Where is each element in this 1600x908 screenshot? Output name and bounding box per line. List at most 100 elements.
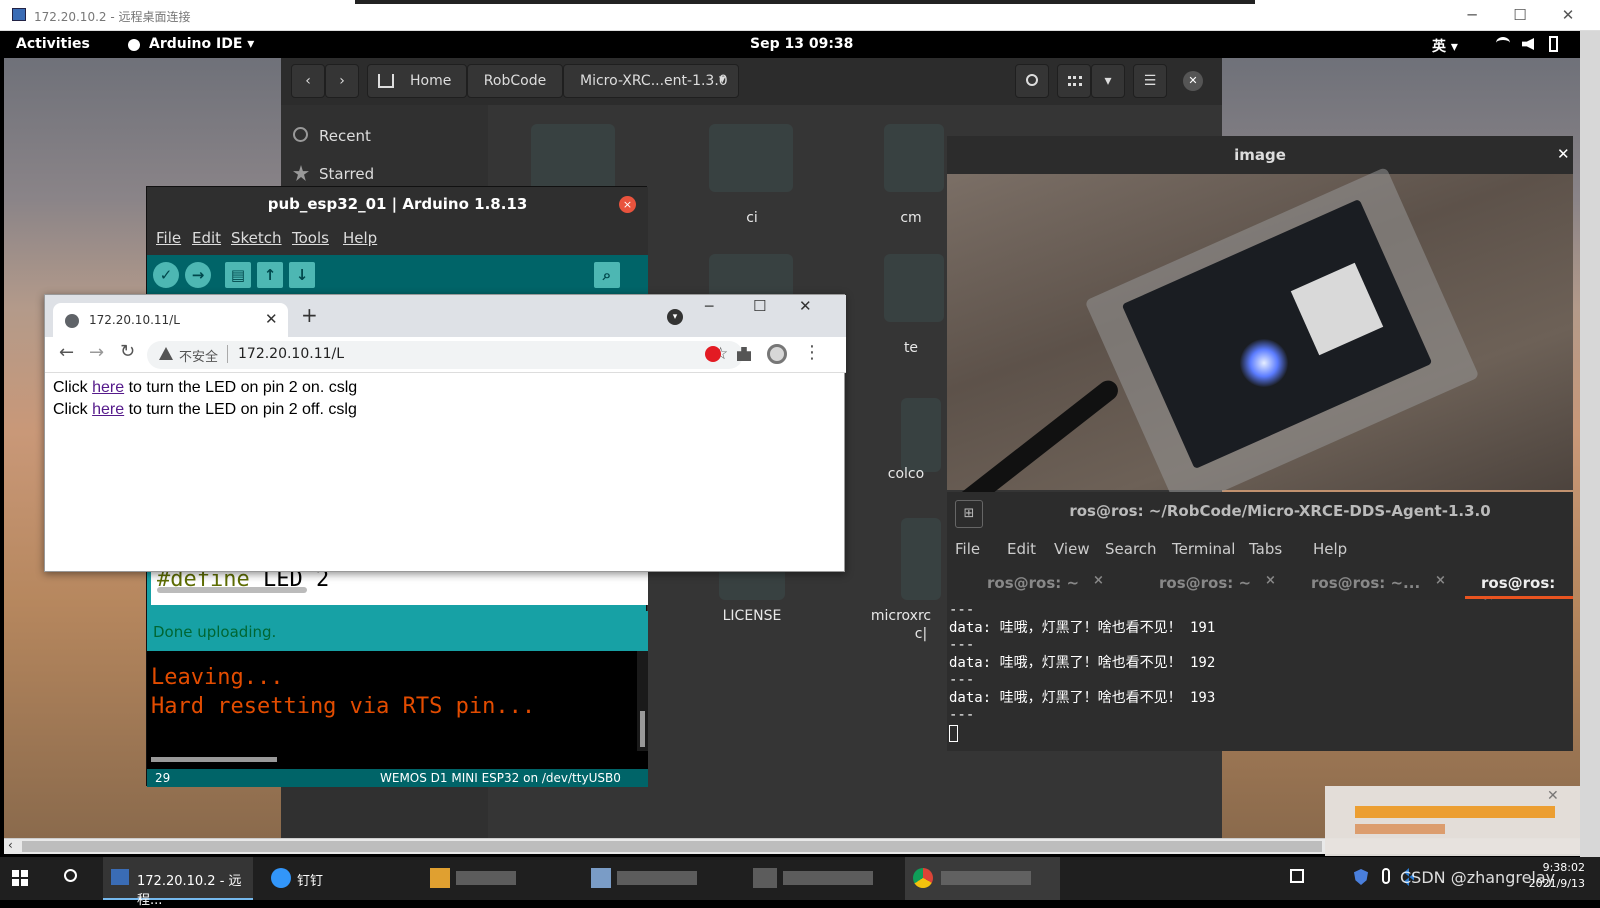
menu-file[interactable]: File — [156, 229, 181, 247]
files-view-dropdown[interactable]: ▾ — [1091, 64, 1125, 98]
console-h-thumb[interactable] — [151, 757, 277, 762]
profile-avatar[interactable] — [767, 344, 787, 364]
files-back-button[interactable]: ‹ — [291, 64, 325, 98]
new-tab-button[interactable]: + — [301, 303, 318, 327]
new-terminal-tab-button[interactable]: ⊞ — [955, 500, 983, 528]
menu-sketch[interactable]: Sketch — [231, 229, 282, 247]
taskbar-dingtalk[interactable]: 钉钉 — [263, 857, 403, 900]
taskbar-app-blurred[interactable] — [745, 857, 895, 900]
tab-search-icon[interactable]: ▾ — [667, 309, 683, 325]
led-off-link[interactable]: here — [92, 401, 124, 418]
rdp-vertical-scrollbar[interactable] — [1580, 31, 1600, 857]
verify-button[interactable]: ✓ — [153, 262, 179, 288]
folder-icon[interactable] — [709, 124, 793, 192]
open-sketch-button[interactable]: ↑ — [257, 262, 283, 288]
terminal-tab-close[interactable]: × — [1265, 573, 1276, 588]
rdp-scroll-thumb[interactable] — [22, 841, 1322, 852]
url-text[interactable]: 172.20.10.11/L — [238, 346, 344, 362]
terminal-tab[interactable]: ros@ros: ~ — [1159, 574, 1251, 592]
wifi-icon[interactable] — [1496, 37, 1510, 49]
file-label-license[interactable]: LICENSE — [692, 608, 812, 624]
files-close-button[interactable]: ✕ — [1183, 71, 1203, 91]
chrome-close-button[interactable]: ✕ — [799, 297, 812, 315]
rdp-close-button[interactable]: ✕ — [1548, 4, 1588, 26]
clock[interactable]: Sep 13 09:38 — [750, 36, 853, 52]
menu-help[interactable]: Help — [343, 229, 377, 247]
scroll-left-arrow[interactable]: ‹ — [8, 838, 13, 852]
folder-icon[interactable] — [884, 124, 944, 192]
reload-button[interactable]: ↻ — [120, 341, 135, 362]
file-label-microxrc[interactable]: microxrc — [861, 608, 941, 624]
path-robcode[interactable]: RobCode — [467, 64, 563, 98]
chrome-menu-button[interactable]: ⋮ — [803, 342, 821, 363]
led-on-link[interactable]: here — [92, 379, 124, 396]
taskbar-app-blurred[interactable] — [420, 857, 570, 900]
image-close-button[interactable]: ✕ — [1557, 145, 1570, 163]
ime-icon[interactable] — [1290, 869, 1304, 883]
battery-icon[interactable] — [1549, 36, 1558, 52]
rdp-maximize-button[interactable]: ☐ — [1500, 4, 1540, 26]
activities-button[interactable]: Activities — [16, 36, 90, 52]
terminal-tab-close[interactable]: × — [1435, 573, 1446, 588]
sidebar-item-starred[interactable]: Starred — [319, 165, 374, 183]
console-h-scrollbar[interactable] — [147, 751, 648, 769]
term-menu-tabs[interactable]: Tabs — [1249, 540, 1282, 558]
path-dropdown-icon[interactable]: ▾ — [719, 72, 726, 87]
menu-edit[interactable]: Edit — [192, 229, 221, 247]
files-search-button[interactable] — [1015, 64, 1049, 98]
forward-button[interactable]: → — [89, 342, 104, 363]
folder-label-cm[interactable]: cm — [881, 210, 941, 226]
serial-monitor-button[interactable]: ⌕ — [594, 262, 620, 288]
taskbar-rdp[interactable]: 172.20.10.2 - 远程... — [103, 857, 253, 908]
file-label-microxrc-2[interactable]: c| — [901, 626, 941, 642]
new-sketch-button[interactable]: ▤ — [225, 262, 251, 288]
opera-extension-icon[interactable] — [705, 346, 721, 362]
chrome-tab[interactable]: 172.20.10.11/L ✕ — [53, 303, 288, 337]
term-menu-search[interactable]: Search — [1105, 540, 1157, 558]
notification-toast[interactable]: ✕ — [1325, 786, 1580, 856]
back-button[interactable]: ← — [59, 342, 74, 363]
console-v-scrollbar[interactable] — [637, 651, 648, 751]
console-scroll-thumb[interactable] — [640, 711, 645, 747]
omnibox[interactable]: 不安全 172.20.10.11/L ☆ — [147, 341, 743, 369]
toast-close-button[interactable]: ✕ — [1547, 788, 1559, 804]
save-sketch-button[interactable]: ↓ — [289, 262, 315, 288]
menu-tools[interactable]: Tools — [292, 229, 329, 247]
folder-icon[interactable] — [884, 254, 944, 322]
sidebar-item-recent[interactable]: Recent — [319, 127, 371, 145]
files-menu-button[interactable]: ☰ — [1133, 64, 1167, 98]
terminal-tab[interactable]: ros@ros: ~... — [1311, 574, 1420, 592]
shield-icon[interactable] — [1354, 869, 1368, 885]
files-forward-button[interactable]: › — [325, 64, 359, 98]
folder-label-ci[interactable]: ci — [692, 210, 812, 226]
folder-icon[interactable] — [531, 124, 615, 192]
term-menu-file[interactable]: File — [955, 540, 980, 558]
folder-label-te[interactable]: te — [891, 340, 931, 356]
search-icon[interactable] — [64, 869, 77, 882]
app-menu[interactable]: Arduino IDE ▾ — [149, 36, 254, 52]
chrome-maximize-button[interactable]: ☐ — [753, 297, 766, 315]
term-menu-terminal[interactable]: Terminal — [1172, 540, 1235, 558]
terminal-output[interactable]: --- data: 哇哦，灯黑了！啥也看不见！ 191 --- data: 哇哦… — [947, 600, 1573, 751]
microphone-icon[interactable] — [1382, 868, 1390, 884]
terminal-tab[interactable]: ros@ros: ~ — [987, 574, 1079, 592]
file-icon[interactable] — [901, 398, 941, 472]
rdp-minimize-button[interactable]: ─ — [1452, 4, 1492, 26]
volume-icon[interactable] — [1522, 38, 1534, 50]
rdp-connection-bar[interactable] — [355, 0, 1255, 4]
windows-start-icon[interactable] — [12, 870, 28, 886]
terminal-tab-close[interactable]: × — [1093, 573, 1104, 588]
taskbar-chrome[interactable] — [905, 857, 1060, 900]
input-method-indicator[interactable]: 英 ▾ — [1432, 36, 1458, 56]
editor-h-scrollbar[interactable] — [157, 587, 307, 593]
taskbar-clock[interactable]: 9:38:02 2021/9/13 — [1523, 860, 1585, 892]
chrome-minimize-button[interactable]: ─ — [705, 299, 713, 315]
path-current[interactable]: Micro-XRC...ent-1.3.0 — [563, 64, 739, 98]
term-menu-edit[interactable]: Edit — [1007, 540, 1036, 558]
arduino-close-button[interactable]: × — [619, 196, 636, 213]
file-icon[interactable] — [901, 518, 941, 600]
upload-button[interactable]: → — [185, 262, 211, 288]
files-view-button[interactable] — [1057, 64, 1091, 98]
term-menu-help[interactable]: Help — [1313, 540, 1347, 558]
tab-close-button[interactable]: ✕ — [265, 310, 278, 328]
